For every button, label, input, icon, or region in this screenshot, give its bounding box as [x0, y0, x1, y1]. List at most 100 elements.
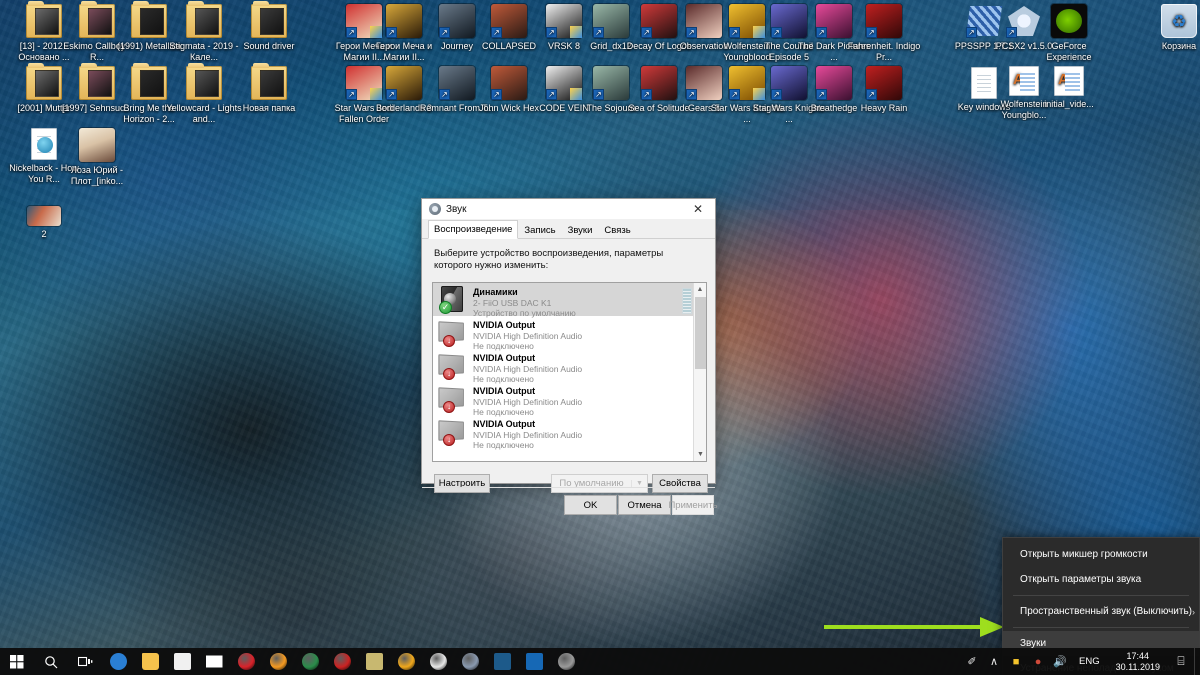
desktop-icon[interactable]: Лоза Юрий - Плот_[inko... [58, 128, 136, 187]
clock-time: 17:44 [1126, 650, 1150, 661]
clock[interactable]: 17:44 30.11.2019 [1108, 651, 1168, 673]
properties-button[interactable]: Свойства [652, 474, 708, 493]
tab-3[interactable]: Звуки [562, 221, 599, 239]
cancel-button[interactable]: Отмена [618, 495, 671, 515]
desktop-icon[interactable]: Корзина [1140, 4, 1200, 52]
language-indicator[interactable]: ENG [1071, 656, 1108, 667]
green-pointer-annotation [824, 617, 1004, 637]
taskbar-app-button[interactable] [422, 648, 454, 675]
show-desktop-button[interactable] [1194, 648, 1200, 675]
desktop-icon[interactable]: initial_vide... [1030, 66, 1108, 110]
device-list-item[interactable]: NVIDIA OutputNVIDIA High Definition Audi… [433, 316, 706, 351]
taskbar-app-button[interactable] [262, 648, 294, 675]
sound-settings-dialog[interactable]: Звук ✕ Воспроизведение Запись Звуки Связь В… [421, 198, 718, 515]
task-view-button[interactable] [68, 648, 102, 675]
shortcut-overlay-badge [816, 89, 827, 100]
device-name: NVIDIA Output [473, 353, 536, 363]
context-menu-item[interactable]: Открыть микшер громкости [1003, 542, 1199, 567]
dialog-body: Выберите устройство воспроизведения, пар… [422, 240, 718, 515]
system-tray[interactable]: ✐ ∧ ■ ● 🔊 ENG 17:44 30.11.2019 ⌸ [961, 648, 1200, 675]
desktop-icon[interactable]: GeForce Experience [1030, 4, 1108, 63]
taskbar-app-button[interactable] [102, 648, 134, 675]
scroll-up-arrow-icon[interactable]: ▲ [694, 283, 706, 296]
network-warning-icon[interactable]: ■ [1005, 648, 1027, 675]
antivirus-icon[interactable]: ● [1027, 648, 1049, 675]
shortcut-overlay-badge [641, 89, 652, 100]
folder-thumbnail [260, 8, 284, 35]
speaker-icon [439, 286, 467, 314]
menu-separator [1013, 627, 1189, 628]
device-name: NVIDIA Output [473, 386, 536, 396]
close-icon[interactable]: ✕ [681, 199, 715, 220]
taskbar[interactable]: ✐ ∧ ■ ● 🔊 ENG 17:44 30.11.2019 ⌸ [0, 648, 1200, 675]
action-center-icon[interactable]: ⌸ [1168, 648, 1194, 675]
game-shortcut-icon [866, 66, 902, 100]
device-text-block: Динамики 2- FiiO USB DAC K1 Устройство по … [473, 286, 678, 318]
taskbar-app-button[interactable] [294, 648, 326, 675]
playback-device-list[interactable]: Динамики2- FiiO USB DAC K1Устройство по … [432, 282, 707, 462]
taskbar-app-button[interactable] [390, 648, 422, 675]
device-description: NVIDIA High Definition Audio [473, 331, 583, 341]
volume-icon[interactable]: 🔊 [1049, 648, 1071, 675]
desktop-icon[interactable]: Heavy Rain [845, 66, 923, 114]
set-default-button[interactable]: По умолчанию ▼ [551, 474, 648, 493]
desktop-icon[interactable]: Fahrenheit. Indigo Pr... [845, 4, 923, 63]
taskbar-app-buttons[interactable] [102, 648, 582, 675]
disconnected-badge [443, 368, 455, 380]
desktop-icon[interactable]: Sound driver [230, 1, 308, 52]
taskbar-app-button[interactable] [326, 648, 358, 675]
dialog-title: Звук [446, 203, 467, 215]
tab-1[interactable]: Воспроизведение [428, 220, 519, 239]
footer-divider [422, 487, 715, 488]
shortcut-overlay-badge [1006, 27, 1017, 38]
folder-icon [131, 1, 167, 38]
taskbar-app-button[interactable] [358, 648, 390, 675]
taskbar-app-button[interactable] [454, 648, 486, 675]
taskbar-app-button[interactable] [166, 648, 198, 675]
taskbar-app-button[interactable] [550, 648, 582, 675]
dialog-tab-strip[interactable]: Воспроизведение Запись Звуки Связь [422, 220, 715, 239]
context-menu-item[interactable]: Пространственный звук (Выключить) › [1003, 599, 1199, 624]
desktop-icon-label: 2 [41, 229, 47, 239]
scrollbar-thumb[interactable] [695, 297, 706, 369]
firefox-icon [429, 653, 447, 670]
context-menu-item[interactable]: Открыть параметры звука [1003, 567, 1199, 592]
taskbar-app-button[interactable] [230, 648, 262, 675]
device-list-item[interactable]: NVIDIA OutputNVIDIA High Definition Audi… [433, 415, 706, 450]
desktop-icon[interactable]: 2 [5, 198, 83, 240]
ok-button[interactable]: OK [564, 495, 617, 515]
dialog-title-bar[interactable]: Звук ✕ [422, 199, 715, 220]
pen-icon[interactable]: ✐ [961, 648, 983, 675]
device-status: Не подключено [473, 440, 534, 450]
taskbar-app-button[interactable] [486, 648, 518, 675]
shortcut-overlay-badge [686, 27, 697, 38]
show-hidden-icons-chevron[interactable]: ∧ [983, 648, 1005, 675]
apply-button[interactable]: Применить [668, 495, 718, 515]
shortcut-overlay-badge [729, 89, 740, 100]
desktop-icon[interactable]: Новая папка [230, 63, 308, 114]
scroll-down-arrow-icon[interactable]: ▼ [694, 448, 706, 461]
folder-thumbnail [195, 70, 219, 97]
device-list-item[interactable]: NVIDIA OutputNVIDIA High Definition Audi… [433, 349, 706, 384]
device-list-item[interactable]: NVIDIA OutputNVIDIA High Definition Audi… [433, 382, 706, 417]
shortcut-overlay-badge [546, 89, 557, 100]
taskbar-app-button[interactable] [134, 648, 166, 675]
search-button[interactable] [34, 648, 68, 675]
device-list-scrollbar[interactable]: ▲ ▼ [693, 283, 706, 461]
tab-2[interactable]: Запись [518, 221, 561, 239]
monitor-icon [438, 385, 467, 413]
tab-4[interactable]: Связь [598, 221, 636, 239]
browser-icon [461, 653, 479, 670]
device-name: Динамики [473, 287, 518, 297]
folder-thumbnail [140, 8, 164, 35]
folder-icon [251, 63, 287, 100]
chevron-down-icon[interactable]: ▼ [631, 480, 647, 487]
tray-icon-group[interactable]: ✐ ∧ ■ ● 🔊 [961, 648, 1071, 675]
device-list-item[interactable]: Динамики2- FiiO USB DAC K1Устройство по … [433, 283, 706, 318]
device-rows-container[interactable]: Динамики2- FiiO USB DAC K1Устройство по … [433, 283, 706, 450]
configure-button[interactable]: Настроить [434, 474, 490, 493]
start-button[interactable] [0, 648, 34, 675]
taskbar-app-button[interactable] [198, 648, 230, 675]
taskbar-app-button[interactable] [518, 648, 550, 675]
folder-icon [251, 1, 287, 38]
